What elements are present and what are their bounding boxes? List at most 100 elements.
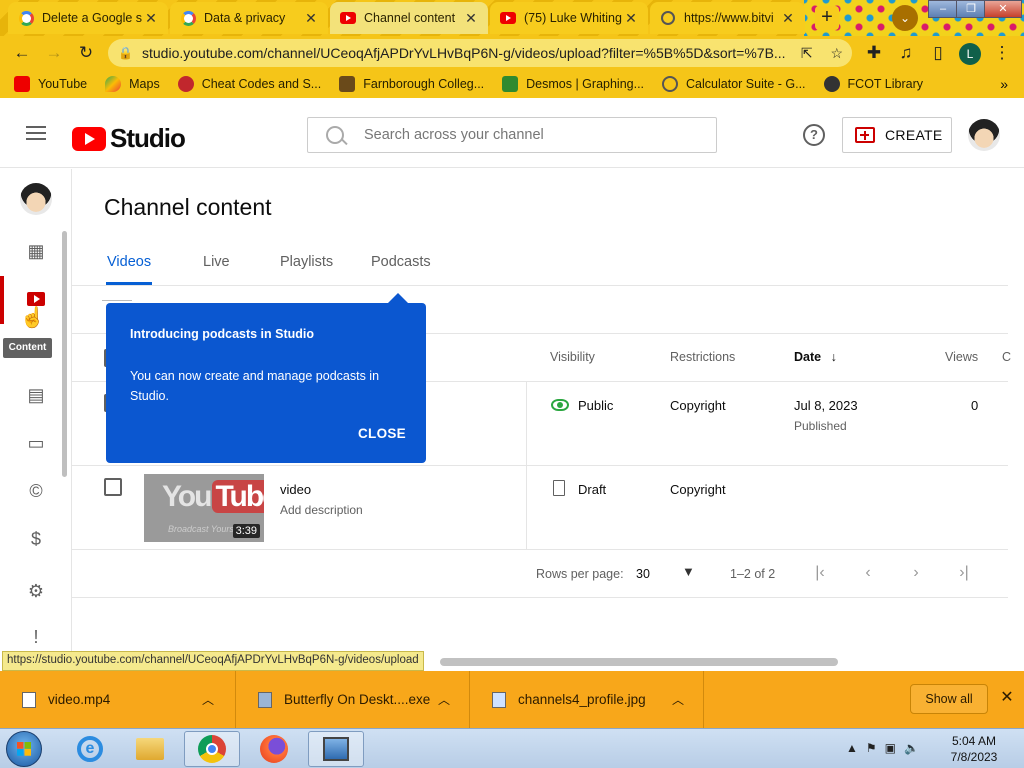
visibility-value[interactable]: Draft	[578, 482, 606, 497]
bookmark-star-icon[interactable]: ☆	[831, 45, 844, 62]
horizontal-scrollbar[interactable]	[440, 658, 838, 666]
close-icon[interactable]: ✕	[998, 689, 1016, 707]
subtitles-icon[interactable]: ▭	[24, 431, 48, 455]
restrictions-value[interactable]: Copyright	[670, 482, 726, 497]
show-all-downloads-button[interactable]: Show all	[910, 684, 988, 714]
filter-icon[interactable]	[102, 300, 132, 301]
close-tab-icon[interactable]: ✕	[781, 10, 795, 27]
search-input[interactable]	[364, 127, 684, 143]
settings-icon[interactable]: ⚙	[24, 579, 48, 603]
comments-icon[interactable]: ▤	[24, 383, 48, 407]
hand-cursor-icon: ☝	[20, 307, 45, 329]
earn-icon[interactable]: $	[24, 527, 48, 551]
dropdown-arrow-icon[interactable]: ▼	[682, 564, 695, 579]
extensions-icon[interactable]: ✚	[862, 41, 886, 65]
download-item[interactable]: channels4_profile.jpg ︿	[470, 671, 704, 728]
file-explorer-app[interactable]	[122, 731, 178, 767]
close-window-button[interactable]: ✕	[984, 0, 1022, 18]
video-title[interactable]: video	[280, 482, 311, 497]
create-button[interactable]: CREATE	[842, 117, 952, 153]
volume-icon[interactable]: 🔈	[904, 741, 919, 755]
bookmark-calculator-suite[interactable]: Calculator Suite - G...	[662, 76, 806, 92]
more-bookmarks-icon[interactable]: »	[1000, 76, 1008, 92]
close-tab-icon[interactable]: ✕	[304, 10, 318, 27]
visibility-value[interactable]: Public	[578, 398, 613, 413]
browser-tab-luke-whiting[interactable]: (75) Luke Whiting ✕	[490, 2, 648, 34]
firefox-app[interactable]	[246, 731, 302, 767]
bookmark-label: Farnborough Colleg...	[363, 77, 485, 91]
remote-desktop-app[interactable]	[308, 731, 364, 767]
studio-header: Studio ? CREATE	[0, 102, 1024, 168]
show-hidden-icons-icon[interactable]: ▲	[846, 741, 858, 755]
download-item[interactable]: video.mp4 ︿	[0, 671, 236, 728]
tab-search-button[interactable]: ⌄	[892, 5, 918, 31]
tab-playlists[interactable]: Playlists	[280, 254, 333, 270]
column-date[interactable]: Date ↓	[794, 350, 837, 364]
close-tab-icon[interactable]: ✕	[624, 10, 638, 27]
address-bar[interactable]: 🔒 studio.youtube.com/channel/UCeoqAfjAPD…	[108, 39, 852, 67]
browser-tab-channel-content[interactable]: Channel content ✕	[330, 2, 488, 34]
browser-tab-bitvi[interactable]: https://www.bitvi ✕	[650, 2, 805, 34]
tab-videos[interactable]: Videos	[107, 254, 151, 270]
tab-podcasts[interactable]: Podcasts	[371, 254, 431, 270]
column-comments[interactable]: C	[1002, 350, 1011, 364]
account-avatar[interactable]	[968, 119, 1000, 151]
bookmark-label: Desmos | Graphing...	[526, 77, 645, 91]
browser-tab-delete-google[interactable]: Delete a Google s ✕	[8, 2, 168, 34]
side-panel-icon[interactable]: ▯	[926, 41, 950, 65]
rows-per-page-select[interactable]: 30	[636, 567, 650, 581]
action-center-icon[interactable]: ⚑	[866, 741, 877, 755]
chevron-up-icon[interactable]: ︿	[198, 691, 218, 708]
column-visibility[interactable]: Visibility	[550, 350, 595, 364]
close-tab-icon[interactable]: ✕	[144, 10, 158, 27]
new-tab-button[interactable]: +	[815, 6, 839, 30]
close-tab-icon[interactable]: ✕	[464, 10, 478, 27]
dashboard-icon[interactable]: ▦	[24, 239, 48, 263]
previous-page-icon[interactable]: ‹	[858, 564, 878, 584]
restrictions-value[interactable]: Copyright	[670, 398, 726, 413]
menu-icon[interactable]	[26, 126, 46, 140]
first-page-icon[interactable]: |‹	[810, 564, 830, 584]
table-row[interactable]: YouTube Broadcast Yours 3:39 video Add d…	[72, 466, 1008, 550]
channel-avatar[interactable]	[20, 183, 52, 215]
bookmark-cheat-codes[interactable]: Cheat Codes and S...	[177, 76, 321, 92]
browser-menu-icon[interactable]: ⋮	[990, 41, 1014, 65]
start-button[interactable]	[6, 731, 42, 767]
network-icon[interactable]: ▣	[885, 741, 896, 755]
column-restrictions[interactable]: Restrictions	[670, 350, 735, 364]
nav-scrollbar[interactable]	[62, 231, 67, 477]
reload-icon[interactable]: ↻	[74, 41, 98, 65]
bookmark-maps[interactable]: Maps	[105, 76, 160, 92]
profile-avatar-button[interactable]: L	[959, 43, 981, 65]
clock[interactable]: 5:04 AM 7/8/2023	[944, 733, 1004, 765]
forward-icon[interactable]: →	[42, 41, 66, 65]
column-views[interactable]: Views	[945, 350, 978, 364]
video-thumbnail[interactable]: YouTube Broadcast Yours 3:39	[144, 474, 264, 542]
bookmark-desmos[interactable]: Desmos | Graphing...	[502, 76, 644, 92]
bookmark-fcot-library[interactable]: FCOT Library	[823, 76, 923, 92]
feedback-icon[interactable]: !	[24, 625, 48, 649]
chevron-up-icon[interactable]: ︿	[434, 691, 454, 708]
download-item[interactable]: Butterfly On Deskt....exe ︿	[236, 671, 470, 728]
studio-logo[interactable]: Studio	[72, 123, 186, 154]
bookmark-farnborough[interactable]: Farnborough Colleg...	[339, 76, 484, 92]
bookmark-youtube[interactable]: YouTube	[14, 76, 87, 92]
minimize-window-button[interactable]: –	[928, 0, 958, 18]
last-page-icon[interactable]: ›|	[954, 564, 974, 584]
tab-live[interactable]: Live	[203, 254, 230, 270]
browser-tab-data-privacy[interactable]: Data & privacy ✕	[170, 2, 328, 34]
help-icon[interactable]: ?	[803, 124, 825, 146]
chrome-app[interactable]	[184, 731, 240, 767]
back-icon[interactable]: ←	[10, 41, 34, 65]
popup-close-button[interactable]: CLOSE	[358, 426, 406, 441]
media-control-icon[interactable]: ♫	[894, 41, 918, 65]
next-page-icon[interactable]: ›	[906, 564, 926, 584]
channel-search-box[interactable]	[307, 117, 717, 153]
share-icon[interactable]: ⇱	[801, 45, 813, 62]
video-description[interactable]: Add description	[280, 503, 363, 517]
maximize-window-button[interactable]: ❐	[956, 0, 986, 18]
copyright-icon[interactable]: ©	[24, 479, 48, 503]
chevron-up-icon[interactable]: ︿	[668, 691, 688, 708]
internet-explorer-app[interactable]: e	[62, 731, 118, 767]
row-checkbox[interactable]	[104, 478, 122, 496]
